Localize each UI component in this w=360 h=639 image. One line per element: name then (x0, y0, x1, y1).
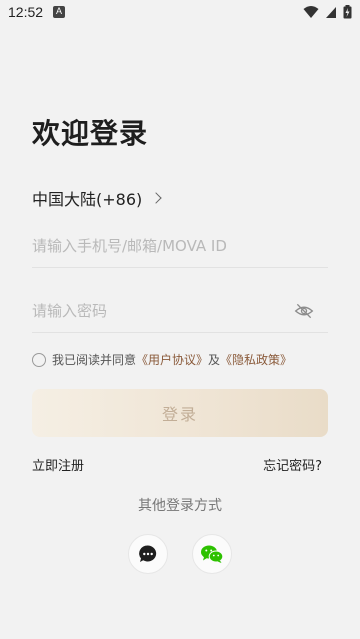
status-right (303, 5, 352, 19)
page-title: 欢迎登录 (32, 117, 149, 150)
region-selector[interactable]: 中国大陆(+86) (32, 186, 162, 210)
user-agreement-link[interactable]: 《用户协议》 (136, 351, 208, 368)
register-link[interactable]: 立即注册 (32, 455, 84, 474)
eye-off-icon[interactable] (294, 301, 314, 321)
password-input[interactable] (32, 301, 328, 320)
status-bar: 12:52 (0, 0, 360, 24)
privacy-policy-link[interactable]: 《隐私政策》 (220, 351, 292, 368)
agreement-prefix: 我已阅读并同意 (52, 353, 137, 367)
login-button[interactable]: 登录 (32, 389, 328, 437)
agreement-checkbox[interactable] (32, 352, 46, 367)
login-screen: 12:52 欢迎登录 中国大陆(+86) (0, 0, 360, 639)
other-login-methods-label: 其他登录方式 (138, 498, 222, 514)
wechat-icon (201, 545, 224, 563)
chevron-right-icon (150, 192, 162, 204)
account-field (32, 224, 328, 268)
password-field (32, 289, 328, 333)
battery-icon (343, 5, 352, 19)
region-label: 中国大陆(+86) (32, 190, 143, 209)
notification-icon (53, 6, 66, 18)
status-time: 12:52 (8, 4, 44, 20)
chat-bubble-icon (139, 545, 157, 562)
status-left: 12:52 (8, 4, 66, 20)
signal-icon (326, 7, 336, 18)
account-input[interactable] (32, 236, 328, 255)
forgot-password-link[interactable]: 忘记密码? (263, 455, 322, 474)
agreement-row: 我已阅读并同意 《用户协议》 及 《隐私政策》 (32, 351, 292, 368)
agreement-and: 及 (208, 353, 221, 367)
sms-login-button[interactable] (128, 534, 168, 574)
wifi-icon (303, 6, 319, 18)
wechat-login-button[interactable] (192, 534, 232, 574)
